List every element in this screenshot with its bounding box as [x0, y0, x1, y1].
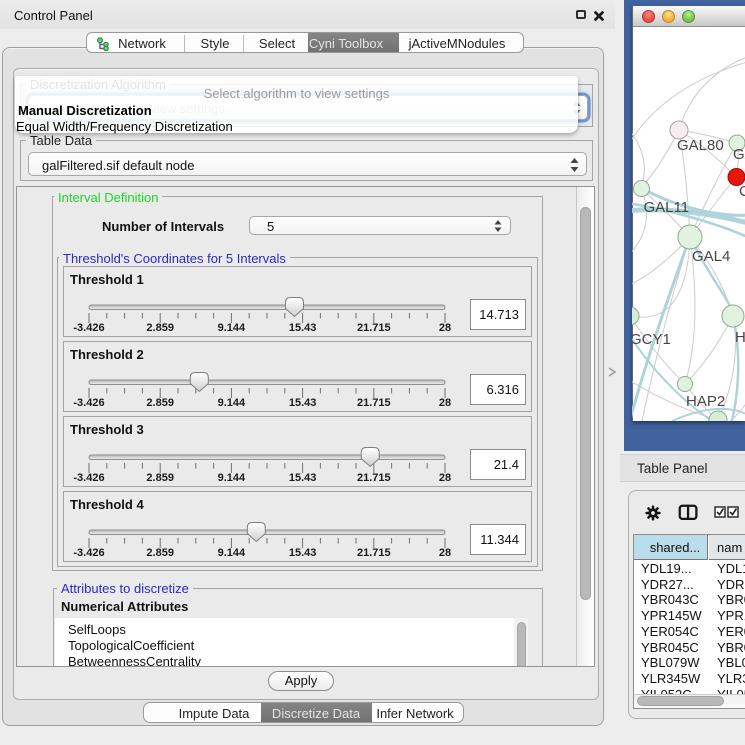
svg-text:21.715: 21.715	[357, 547, 391, 559]
svg-text:15.43: 15.43	[289, 397, 317, 409]
svg-text:28: 28	[439, 472, 451, 484]
svg-text:-3.426: -3.426	[73, 397, 104, 409]
svg-text:9.144: 9.144	[218, 547, 246, 559]
svg-text:9.144: 9.144	[218, 472, 246, 484]
svg-text:-3.426: -3.426	[73, 472, 104, 484]
svg-text:15.43: 15.43	[289, 547, 317, 559]
svg-text:21.715: 21.715	[357, 322, 391, 334]
svg-text:28: 28	[439, 547, 451, 559]
svg-text:GA: GA	[733, 146, 745, 163]
svg-text:HAP2: HAP2	[686, 393, 725, 410]
svg-text:2.859: 2.859	[146, 472, 174, 484]
svg-text:15.43: 15.43	[289, 472, 317, 484]
svg-text:28: 28	[439, 322, 451, 334]
svg-text:-3.426: -3.426	[73, 547, 104, 559]
svg-text:GAL80: GAL80	[677, 137, 724, 154]
svg-text:2.859: 2.859	[146, 547, 174, 559]
svg-text:28: 28	[439, 397, 451, 409]
svg-text:GCY1: GCY1	[632, 331, 671, 348]
svg-text:-3.426: -3.426	[73, 322, 104, 334]
svg-text:C: C	[739, 183, 745, 200]
svg-text:GAL4: GAL4	[692, 248, 730, 265]
svg-text:21.715: 21.715	[357, 472, 391, 484]
svg-text:2.859: 2.859	[146, 322, 174, 334]
svg-text:H: H	[735, 329, 745, 346]
svg-text:15.43: 15.43	[289, 322, 317, 334]
svg-text:2.859: 2.859	[146, 397, 174, 409]
svg-text:GAL11: GAL11	[644, 199, 690, 216]
svg-text:9.144: 9.144	[218, 322, 246, 334]
svg-text:21.715: 21.715	[357, 397, 391, 409]
svg-text:9.144: 9.144	[218, 397, 246, 409]
